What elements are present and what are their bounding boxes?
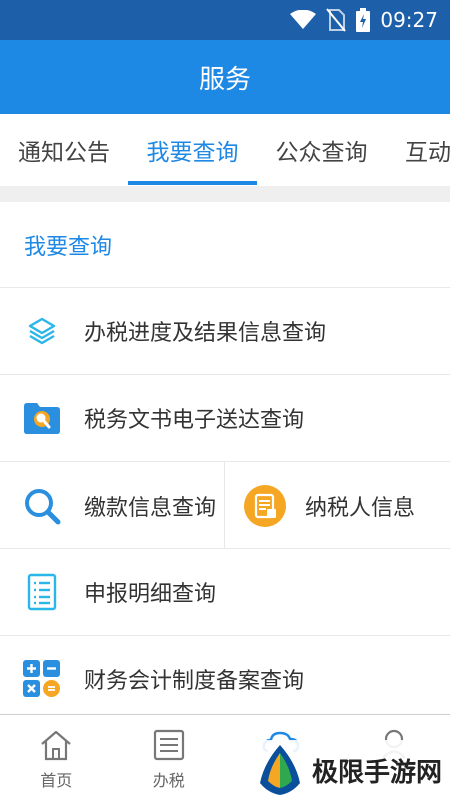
page-title: 服务 [198, 64, 251, 95]
section-title: 我要查询 [0, 202, 450, 288]
list-item-label: 税务文书电子送达查询 [84, 408, 305, 433]
list-item-documents[interactable]: 税务文书电子送达查询 [0, 375, 450, 462]
watermark-text: 极限手游网 [312, 757, 443, 788]
tab-public-query[interactable]: 公众查询 [257, 114, 386, 186]
search-icon [0, 462, 84, 549]
nav-tax[interactable]: 办税 [113, 715, 226, 800]
list-item-label: 纳税人信息 [305, 495, 416, 521]
query-list: 我要查询 办税进度及结果信息查询 税务文书电子送达查询 缴款信息查询 纳税人信息… [0, 202, 450, 723]
list-icon [153, 729, 184, 761]
watermark-logo-icon [260, 745, 300, 795]
watermark: 极限手游网 [256, 740, 450, 800]
nav-label: 首页 [40, 771, 73, 790]
no-sim-icon [326, 8, 347, 32]
list-item-accounting[interactable]: 财务会计制度备案查询 [0, 636, 450, 723]
list-item-label: 办税进度及结果信息查询 [84, 321, 327, 346]
list-item-progress[interactable]: 办税进度及结果信息查询 [0, 288, 450, 375]
tab-my-query[interactable]: 我要查询 [128, 114, 257, 186]
tax-document-icon [225, 462, 305, 549]
calculator-icon [0, 636, 84, 723]
status-bar: 09:27 [0, 0, 450, 40]
app-bar: 服务 [0, 40, 450, 114]
wifi-icon [290, 10, 317, 29]
list-document-icon [0, 549, 84, 636]
list-item-payment[interactable]: 缴款信息查询 [0, 462, 225, 549]
tab-notices[interactable]: 通知公告 [0, 114, 128, 186]
home-icon [41, 730, 71, 761]
list-item-declaration[interactable]: 申报明细查询 [0, 549, 450, 636]
folder-search-icon [0, 375, 84, 462]
list-item-label: 财务会计制度备案查询 [84, 669, 305, 694]
battery-icon [356, 8, 371, 32]
list-item-taxpayer[interactable]: 纳税人信息 [225, 462, 450, 549]
nav-home[interactable]: 首页 [0, 715, 113, 800]
tab-bar: 通知公告 我要查询 公众查询 互动 [0, 114, 450, 186]
layers-icon [0, 288, 84, 375]
list-item-label: 申报明细查询 [84, 582, 217, 607]
nav-label: 办税 [152, 771, 185, 790]
status-time: 09:27 [380, 8, 438, 32]
split-row: 缴款信息查询 纳税人信息 [0, 462, 450, 549]
tab-interaction[interactable]: 互动 [386, 114, 450, 186]
list-item-label: 缴款信息查询 [84, 495, 217, 521]
section-divider [0, 186, 450, 202]
tab-indicator [128, 181, 257, 185]
